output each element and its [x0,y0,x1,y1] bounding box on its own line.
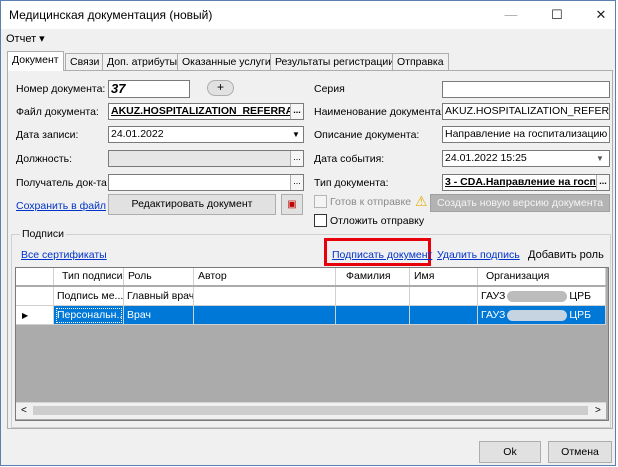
pdf-export-icon[interactable]: ▣ [281,194,303,215]
tab-sending[interactable]: Отправка [392,53,449,70]
org-suffix: ЦРБ [569,309,591,321]
table-row-selected[interactable]: ▶ Персональн... Врач ГАУЗ ЦРБ [16,306,606,325]
doc-name-field[interactable]: AKUZ.HOSPITALIZATION_REFERRAL [442,103,610,120]
doc-file-label: Файл документа: [16,106,99,118]
tab-links[interactable]: Связи [65,53,105,70]
row-indicator: ▶ [16,306,54,325]
recipient-browse-button[interactable]: ... [290,175,303,190]
doc-file-value: AKUZ.HOSPITALIZATION_REFERRAL [111,105,300,117]
series-field[interactable] [442,81,610,98]
doc-desc-label: Описание документа: [314,129,420,141]
tab-registration-results[interactable]: Результаты регистрации [270,53,400,70]
redacted-mark [507,290,568,302]
cell-surname [336,287,410,306]
recipient-field[interactable]: ... [108,174,304,191]
doc-number-field[interactable]: 37 [108,80,190,98]
all-certificates-link[interactable]: Все сертификаты [21,249,107,261]
doc-type-browse-button[interactable]: ... [596,175,609,190]
record-date-field[interactable]: 24.01.2022 ▼ [108,126,304,143]
scroll-right-button[interactable]: > [595,405,601,416]
event-date-field[interactable]: 24.01.2022 15:25 ▼ [442,150,610,167]
chevron-down-icon[interactable]: ▼ [289,127,303,142]
position-field[interactable]: ... [108,150,304,167]
table-row[interactable]: Подпись ме... Главный врач ГАУЗ ЦРБ [16,287,606,306]
tab-services[interactable]: Оказанные услуги [177,53,276,70]
cell-surname [336,306,410,325]
position-browse-button[interactable]: ... [290,151,303,166]
cell-signature-type: Персональн... [54,306,124,325]
sign-document-link[interactable]: Подписать документ [332,249,432,261]
org-prefix: ГАУЗ [481,309,506,321]
create-new-version-button[interactable]: Создать новую версию документа [430,194,610,212]
column-header-name[interactable]: Имя [410,268,478,285]
menu-report[interactable]: Отчет ▾ [6,32,45,45]
org-prefix: ГАУЗ [481,290,506,302]
cell-author [194,306,336,325]
cell-signature-type: Подпись ме... [54,287,124,306]
doc-file-browse-button[interactable]: ... [290,104,303,119]
doc-type-label: Тип документа: [314,177,389,189]
org-suffix: ЦРБ [569,290,591,302]
postpone-send-checkbox[interactable] [314,214,327,227]
column-header-role[interactable]: Роль [124,268,194,285]
add-number-button[interactable]: + [207,80,234,96]
scroll-left-button[interactable]: < [21,405,27,416]
doc-desc-field[interactable]: Направление на госпитализацию [442,126,610,143]
menu-bar: Отчет ▾ [1,29,615,47]
doc-number-label: Номер документа: [16,83,106,95]
title-bar: Медицинская документация (новый) — ☐ ✕ [1,1,615,29]
column-header-signature-type[interactable]: Тип подписи [54,268,124,285]
cell-organization: ГАУЗ ЦРБ [478,306,606,325]
minimize-button[interactable]: — [489,1,533,29]
ready-to-send-label: Готов к отправке [330,196,412,208]
column-header-author[interactable]: Автор [194,268,336,285]
doc-type-value: 3 - CDA.Направление на госпитализацию [445,176,610,188]
cell-author [194,287,336,306]
delete-signature-link[interactable]: Удалить подпись [437,249,520,261]
series-label: Серия [314,83,345,95]
cell-role: Врач [124,306,194,325]
cell-role: Главный врач [124,287,194,306]
signatures-table[interactable]: Тип подписи Роль Автор Фамилия Имя Орган… [15,267,609,421]
tab-extra-attributes[interactable]: Доп. атрибуты [102,53,183,70]
event-date-label: Дата события: [314,153,385,165]
column-header-organization[interactable]: Организация [478,268,606,285]
cancel-button[interactable]: Отмена [548,441,612,463]
cell-name [410,287,478,306]
column-header-surname[interactable]: Фамилия [336,268,410,285]
scrollbar-thumb[interactable] [33,406,588,415]
position-label: Должность: [16,153,73,165]
edit-document-button[interactable]: Редактировать документ [108,194,276,215]
cell-organization: ГАУЗ ЦРБ [478,287,606,306]
save-to-file-link[interactable]: Сохранить в файл [16,200,106,212]
signatures-title: Подписи [20,228,66,240]
tab-document[interactable]: Документ [7,51,64,71]
table-header: Тип подписи Роль Автор Фамилия Имя Орган… [16,268,606,285]
cell-name [410,306,478,325]
row-indicator [16,287,54,306]
record-date-label: Дата записи: [16,129,79,141]
doc-type-field[interactable]: 3 - CDA.Направление на госпитализацию ..… [442,174,610,191]
calendar-icon[interactable]: ▼ [591,151,609,166]
doc-file-field[interactable]: AKUZ.HOSPITALIZATION_REFERRAL ... [108,103,304,120]
indicator-column-header [16,268,54,285]
horizontal-scrollbar[interactable]: < > [16,402,606,419]
record-date-value: 24.01.2022 [111,128,164,140]
warning-icon: ⚠ [415,193,428,209]
maximize-button[interactable]: ☐ [535,1,579,29]
event-date-value: 24.01.2022 15:25 [445,152,527,164]
postpone-send-label: Отложить отправку [330,215,425,227]
add-role-button[interactable]: Добавить роль [528,249,604,261]
doc-name-label: Наименование документа: [314,106,444,118]
redacted-mark [507,309,568,321]
ok-button[interactable]: Ok [479,441,541,463]
recipient-label: Получатель док-та [16,177,107,189]
close-button[interactable]: ✕ [579,1,618,29]
window-title: Медицинская документация (новый) [9,8,213,22]
ready-to-send-checkbox[interactable] [314,195,327,208]
dialog-window: Медицинская документация (новый) — ☐ ✕ О… [0,0,616,466]
